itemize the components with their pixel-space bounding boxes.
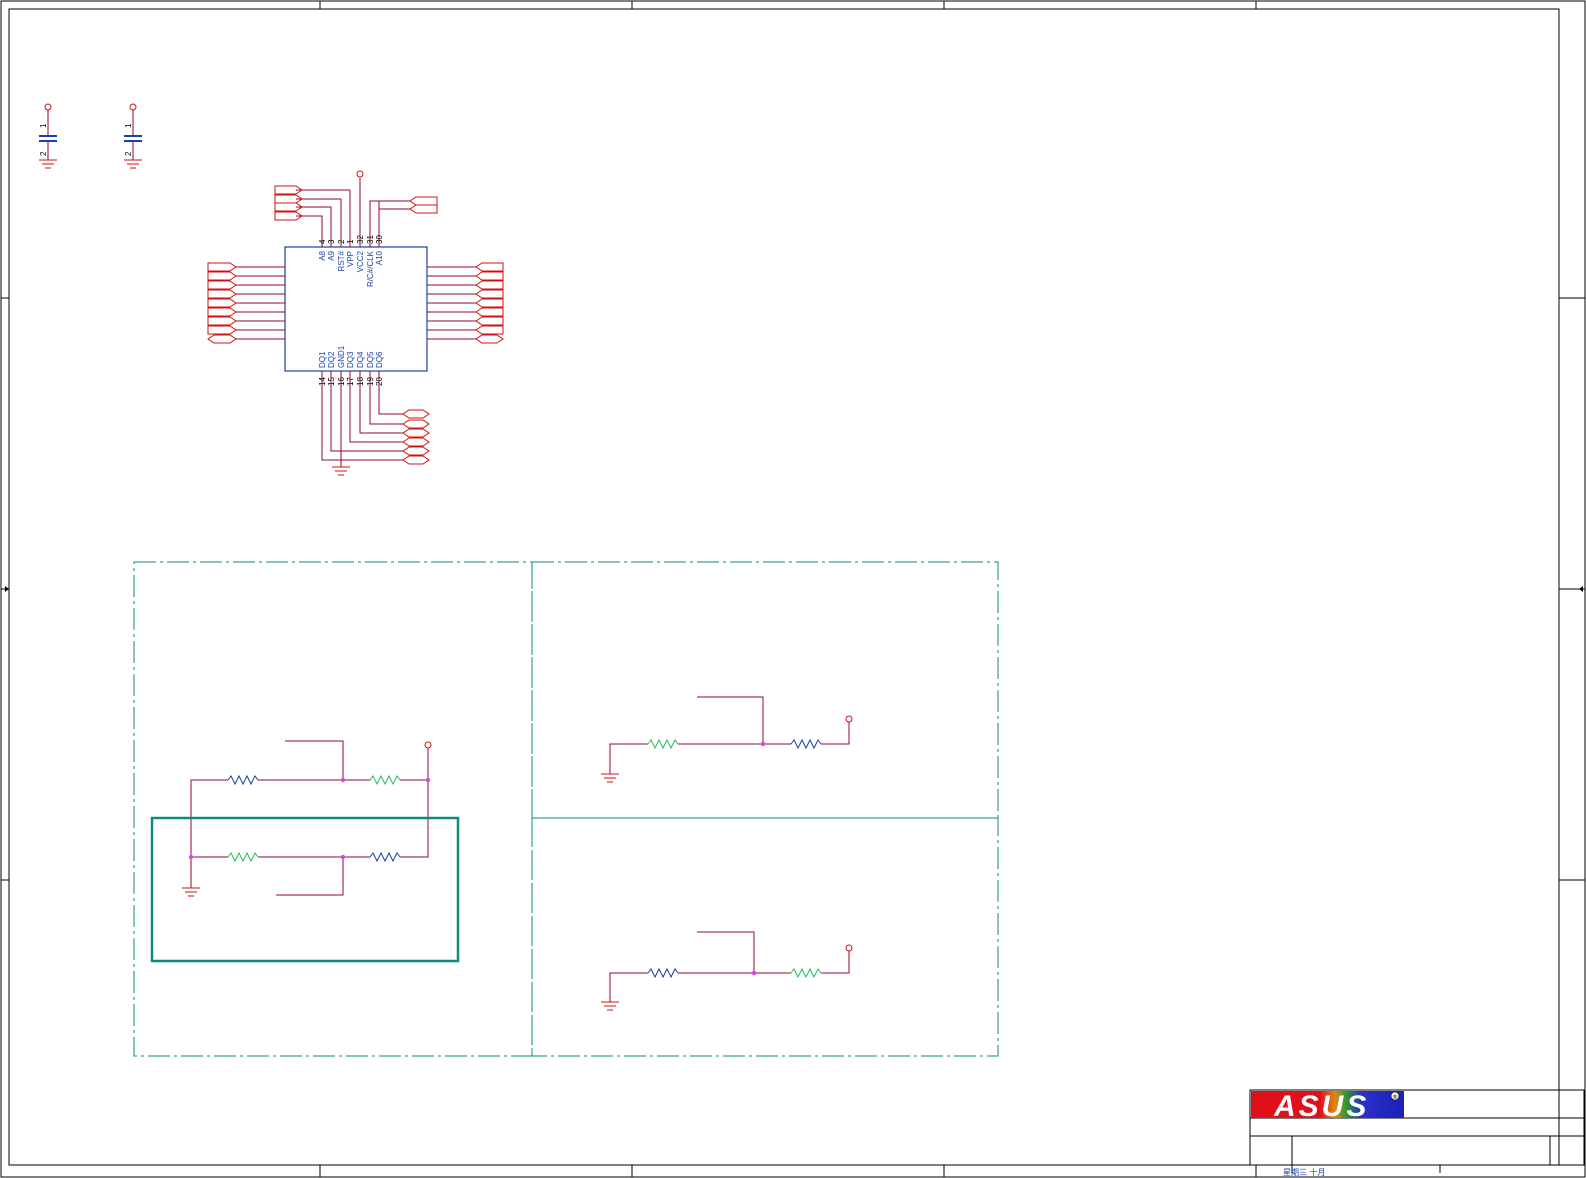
schematic-sheet: 1 2 1 2 4 3 2 1 32 31 30 A8 A9 RST# VPP … (0, 0, 1586, 1178)
pin-number: 2 (337, 239, 346, 244)
pin-number: 3 (327, 239, 336, 244)
pin-name: DQ6 (375, 351, 384, 368)
pin-number: 30 (375, 235, 384, 244)
resistor-icon (647, 738, 679, 750)
pin-name: DQ2 (327, 351, 336, 368)
pin-number: 4 (318, 239, 327, 244)
highlight-box (150, 816, 460, 963)
net-ports-bottom (402, 409, 430, 465)
cap-1-pin1: 1 (39, 123, 48, 128)
divider-circuit-right-bottom (601, 931, 853, 1011)
net-ports-top-left (274, 185, 303, 221)
decoupling-capacitor-2 (124, 103, 142, 169)
divider-circuit-right-top (601, 696, 853, 783)
pin-name: RST# (337, 250, 346, 271)
cap-2-pin1: 1 (124, 123, 133, 128)
power-port (845, 715, 853, 723)
zone-arrow-left (1, 586, 9, 592)
ic-bottom-pin-names: DQ1 DQ2 GND1 DQ3 DQ4 DQ5 DQ6 (318, 345, 384, 368)
pin-name: VCC2 (356, 250, 365, 272)
ic-left-wires (236, 266, 285, 340)
registered-mark: ® (1392, 1094, 1398, 1101)
resistor-icon (227, 851, 259, 863)
pin-name: R/C#/CLK (366, 250, 375, 287)
resistor-icon (369, 774, 401, 786)
pin-name: DQ1 (318, 351, 327, 368)
ic-bottom-pin-numbers: 14 15 16 17 18 19 20 (318, 377, 384, 386)
ground-icon (182, 887, 200, 897)
ground-icon (332, 466, 350, 476)
cap-2-pin2: 2 (124, 151, 133, 156)
resistor-icon (647, 967, 679, 979)
net-ports-right (475, 262, 504, 344)
section-frame-right-top (531, 561, 999, 819)
power-port (845, 944, 853, 952)
decoupling-capacitor-1 (39, 103, 57, 169)
ic-top-pin-names: A8 A9 RST# VPP VCC2 R/C#/CLK A10 (318, 250, 384, 287)
pin-name: GND1 (337, 345, 346, 368)
junction-dot (751, 970, 757, 976)
pin-name: A8 (318, 250, 327, 260)
resistor-icon (369, 851, 401, 863)
ground-icon (601, 773, 619, 783)
power-port (424, 741, 432, 749)
pin-number: 1 (346, 239, 355, 244)
ic-top-pin-numbers: 4 3 2 1 32 31 30 (318, 235, 384, 244)
pin-name: DQ4 (356, 351, 365, 368)
section-frame-right-bottom (531, 817, 999, 1057)
section-frame-left (133, 561, 533, 1057)
resistor-icon (790, 967, 822, 979)
net-ports-top-right (409, 196, 438, 214)
ground-icon (39, 159, 57, 169)
ic-right-wires (427, 266, 476, 340)
title-block-date: 星期三 十月 (1283, 1167, 1326, 1177)
pin-name: A10 (375, 250, 384, 265)
asus-logo-text: ASUS (1273, 1090, 1369, 1123)
vcc-port (356, 170, 364, 178)
pin-number: 31 (366, 235, 375, 244)
resistor-icon (790, 738, 822, 750)
ic-top-wires (296, 189, 410, 221)
cap-1-pin2: 2 (39, 151, 48, 156)
zone-arrow-right (1559, 586, 1585, 592)
ground-icon (124, 159, 142, 169)
resistor-icon (227, 774, 259, 786)
pin-name: VPP (346, 251, 355, 267)
ground-icon (601, 1001, 619, 1011)
sheet-border (0, 0, 1586, 1178)
net-ports-left (207, 262, 237, 344)
junction-dot (760, 741, 766, 747)
pin-number: 32 (356, 235, 365, 244)
pin-name: DQ5 (366, 351, 375, 368)
pin-name: A9 (327, 250, 336, 260)
pin-name: DQ3 (346, 351, 355, 368)
